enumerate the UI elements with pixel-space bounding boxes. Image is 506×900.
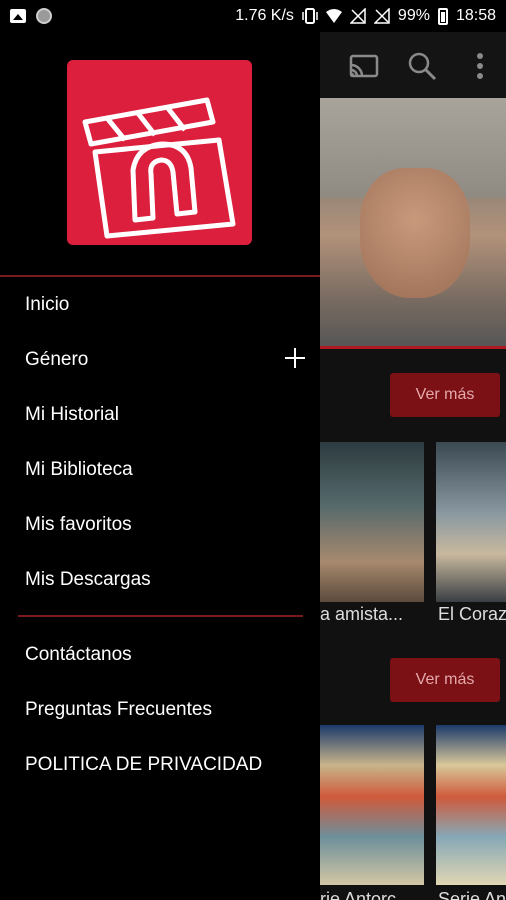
menu-item-faq[interactable]: Preguntas Frecuentes <box>0 683 320 737</box>
menu-item-label: Inicio <box>25 294 70 315</box>
menu-item-historial[interactable]: Mi Historial <box>0 388 320 442</box>
wifi-icon <box>325 9 342 23</box>
featured-banner[interactable] <box>320 98 506 348</box>
menu-item-inicio[interactable]: Inicio <box>0 278 320 332</box>
banner-accent-bar <box>320 346 506 349</box>
no-signal-icon <box>373 8 390 24</box>
status-bar: 1.76 K/s 99% 18:58 <box>0 0 506 32</box>
network-speed: 1.76 K/s <box>235 7 294 24</box>
more-button-row1[interactable]: Ver más <box>390 373 500 417</box>
plus-icon[interactable] <box>282 345 308 371</box>
menu-section-divider <box>18 615 303 617</box>
menu-item-label: Contáctanos <box>25 644 132 665</box>
menu-item-label: Mi Historial <box>25 404 119 425</box>
search-icon[interactable] <box>406 50 438 82</box>
menu-item-label: Mis favoritos <box>25 514 132 535</box>
clock: 18:58 <box>455 7 496 24</box>
image-icon <box>10 9 26 23</box>
poster-title-row2-1: rie Antorc <box>320 889 397 900</box>
battery-level: 99% <box>397 7 430 24</box>
more-button-row2[interactable]: Ver más <box>390 658 500 702</box>
navigation-drawer: Inicio Género Mi Historial Mi Biblioteca… <box>0 32 320 900</box>
menu-item-label: POLITICA DE PRIVACIDAD <box>25 754 263 775</box>
poster-row2-2[interactable] <box>436 725 506 885</box>
poster-row1-2[interactable] <box>436 442 506 602</box>
poster-title-row1-2: El Coraz <box>438 604 506 624</box>
menu-item-favoritos[interactable]: Mis favoritos <box>0 498 320 552</box>
drawer-header-divider <box>0 275 320 277</box>
poster-row1-1[interactable] <box>320 442 424 602</box>
vibrate-icon <box>302 8 318 24</box>
poster-row2-1[interactable] <box>320 725 424 885</box>
menu-item-label: Mis Descargas <box>25 569 151 590</box>
poster-title-row1-1: a amista... <box>320 604 404 624</box>
sync-dot-icon <box>36 8 52 24</box>
no-signal-icon <box>349 8 366 24</box>
menu-item-genero[interactable]: Género <box>0 333 320 387</box>
app-logo <box>67 60 252 245</box>
menu-item-descargas[interactable]: Mis Descargas <box>0 553 320 607</box>
poster-title-row2-2: Serie An <box>438 889 506 900</box>
menu-item-privacy-policy[interactable]: POLITICA DE PRIVACIDAD <box>0 738 320 792</box>
battery-icon <box>437 7 448 25</box>
menu-item-biblioteca[interactable]: Mi Biblioteca <box>0 443 320 497</box>
menu-item-label: Género <box>25 349 89 370</box>
menu-item-label: Mi Biblioteca <box>25 459 133 480</box>
clapperboard-icon <box>82 97 236 239</box>
banner-image-face <box>360 168 470 298</box>
more-vert-icon[interactable] <box>464 50 496 82</box>
menu-item-contactanos[interactable]: Contáctanos <box>0 628 320 682</box>
cast-icon[interactable] <box>348 50 380 82</box>
menu-item-label: Preguntas Frecuentes <box>25 699 212 720</box>
